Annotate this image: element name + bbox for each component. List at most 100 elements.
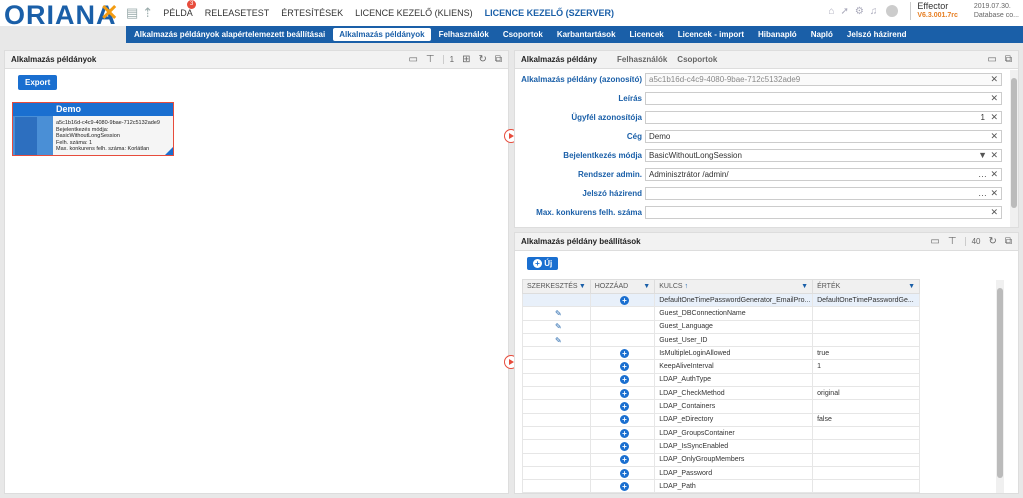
system-admin-input[interactable]: Adminisztrátor /admin/… ✕ [645,168,1002,181]
password-policy-input[interactable]: … ✕ [645,187,1002,200]
table-row[interactable]: ✎ Guest_DBConnectionName [522,306,920,321]
table-row[interactable]: + LDAP_GroupsContainer [522,425,920,441]
clear-icon[interactable]: ✕ [990,131,998,142]
open-external-icon[interactable]: ⧉ [1005,54,1012,65]
col-key[interactable]: KULCS ↑ ▼ [654,279,814,294]
table-row[interactable]: + LDAP_OnlyGroupMembers [522,452,920,467]
export-button[interactable]: Export [18,75,58,90]
filter-icon[interactable]: ⊤ [426,54,435,65]
open-external-icon[interactable]: ⧉ [1005,236,1012,247]
table-row[interactable]: + LDAP_eDirectory false [522,412,920,427]
topnav-item-pelda[interactable]: PÉLDA 3 [163,0,197,18]
home-icon[interactable]: ⌂ [828,6,834,17]
open-external-icon[interactable]: ⧉ [495,54,502,65]
company-input[interactable]: Demo ✕ [645,130,1002,143]
subnav-item-licences[interactable]: Licencek [624,28,670,41]
subnav-item-log[interactable]: Napló [805,28,839,41]
plus-icon[interactable]: + [619,375,629,385]
tab-groups[interactable]: Csoportok [677,55,717,64]
plus-icon[interactable]: + [619,402,629,412]
table-row[interactable]: + LDAP_IsSyncEnabled [522,439,920,454]
new-setting-button[interactable]: + Új [527,257,559,270]
subnav-item-errorlog[interactable]: Hibanapló [752,28,803,41]
plus-icon[interactable]: + [619,468,629,478]
refresh-icon[interactable]: ↻ [478,54,486,65]
rocket-icon[interactable]: ➚ [841,6,849,17]
table-row[interactable]: + LDAP_Containers [522,399,920,414]
table-row[interactable]: + LDAP_Password [522,465,920,481]
filter-icon[interactable]: ▼ [801,283,808,290]
subnav-item-password-policy[interactable]: Jelszó házirend [841,28,913,41]
table-row[interactable]: + IsMultipleLoginAllowed true [522,346,920,361]
layout-icon[interactable]: ▭ [987,54,996,65]
description-input[interactable]: ✕ [645,92,1002,105]
subnav-item-users[interactable]: Felhasználók [433,28,495,41]
table-row[interactable]: + DefaultOneTimePasswordGenerator_EmailPr… [522,292,920,308]
layout-icon[interactable]: ▭ [930,236,939,247]
tab-users[interactable]: Felhasználók [617,55,667,64]
table-row[interactable]: + LDAP_AuthType [522,372,920,388]
filter-icon[interactable]: ⊤ [948,236,957,247]
ellipsis-icon[interactable]: … [978,188,987,199]
clear-icon[interactable]: ✕ [990,150,998,161]
client-id-input[interactable]: 1 ✕ [645,111,1002,124]
subnav-item-licence-import[interactable]: Licencek - import [672,28,750,41]
edit-cell [522,399,591,414]
upload-icon[interactable]: ⇡ [142,5,153,21]
instance-id-input[interactable]: a5c1b16d-c4c9-4080-9bae-712c5132ade9 ✕ [645,73,1002,86]
table-view-icon[interactable]: ⊞ [462,54,470,65]
max-concurrent-input[interactable]: ✕ [645,206,1002,219]
subnav-item-defaults[interactable]: Alkalmazás példányok alapértelemezett be… [128,28,331,41]
topnav-item-licence-szerver[interactable]: LICENCE KEZELŐ (SZERVER) [485,8,614,18]
clear-icon[interactable]: ✕ [990,112,998,123]
clear-icon[interactable]: ✕ [990,74,998,85]
sort-asc-icon[interactable]: ↑ [685,283,689,290]
detail-scrollbar[interactable] [1010,70,1018,227]
plus-icon[interactable]: + [619,441,629,451]
clear-icon[interactable]: ✕ [990,207,998,218]
table-row[interactable]: + LDAP_CheckMethod original [522,386,920,401]
pencil-icon[interactable]: ✎ [555,336,562,345]
layout-icon[interactable]: ▭ [408,54,417,65]
plus-icon[interactable]: + [619,295,629,305]
tab-instance[interactable]: Alkalmazás példány [521,55,597,64]
plus-icon[interactable]: + [619,348,629,358]
plus-icon[interactable]: + [619,415,629,425]
plus-icon[interactable]: + [619,362,629,372]
grid-icon[interactable]: ▤ [126,5,138,21]
gear-icon[interactable]: ⚙ [855,6,864,17]
pencil-icon[interactable]: ✎ [555,309,562,318]
table-row[interactable]: + KeepAliveInterval 1 [522,359,920,374]
filter-icon[interactable]: ▼ [908,283,915,290]
col-edit[interactable]: SZERKESZTÉS ▼ [522,279,591,294]
filter-icon[interactable]: ▼ [579,283,586,290]
plus-icon[interactable]: + [619,428,629,438]
topnav-item-releasetest[interactable]: RELEASETEST [205,8,270,18]
table-row[interactable]: ✎ Guest_User_ID [522,332,920,348]
refresh-icon[interactable]: ↻ [988,236,996,247]
clear-icon[interactable]: ✕ [990,93,998,104]
bell-icon[interactable]: ♫ [870,6,878,17]
clear-icon[interactable]: ✕ [990,188,998,199]
plus-icon[interactable]: + [619,388,629,398]
subnav-item-instances[interactable]: Alkalmazás példányok [333,28,431,41]
ellipsis-icon[interactable]: … [978,169,987,180]
avatar[interactable] [886,5,899,17]
topnav-item-licence-kliens[interactable]: LICENCE KEZELŐ (KLIENS) [355,8,473,18]
table-row[interactable]: ✎ Guest_Language [522,319,920,334]
col-add[interactable]: HOZZÁAD ▼ [589,279,656,294]
filter-icon[interactable]: ▼ [643,283,650,290]
subnav-item-groups[interactable]: Csoportok [497,28,549,41]
col-value[interactable]: ÉRTÉK ▼ [812,279,920,294]
subnav-item-maintenance[interactable]: Karbantartások [551,28,622,41]
table-row[interactable]: + LDAP_Path [522,479,920,494]
pencil-icon[interactable]: ✎ [555,322,562,331]
chevron-down-icon[interactable]: ▼ [978,150,987,161]
topnav-item-ertesitesek[interactable]: ÉRTESÍTÉSEK [281,8,343,18]
settings-scrollbar[interactable] [996,280,1004,493]
login-mode-select[interactable]: BasicWithoutLongSession ▼ ✕ [645,149,1002,162]
instance-card[interactable]: Demo a5c1b16d-c4c9-4080-9bae-712c5132ade… [12,102,174,156]
plus-icon[interactable]: + [619,455,629,465]
plus-icon[interactable]: + [619,481,629,491]
clear-icon[interactable]: ✕ [990,169,998,180]
